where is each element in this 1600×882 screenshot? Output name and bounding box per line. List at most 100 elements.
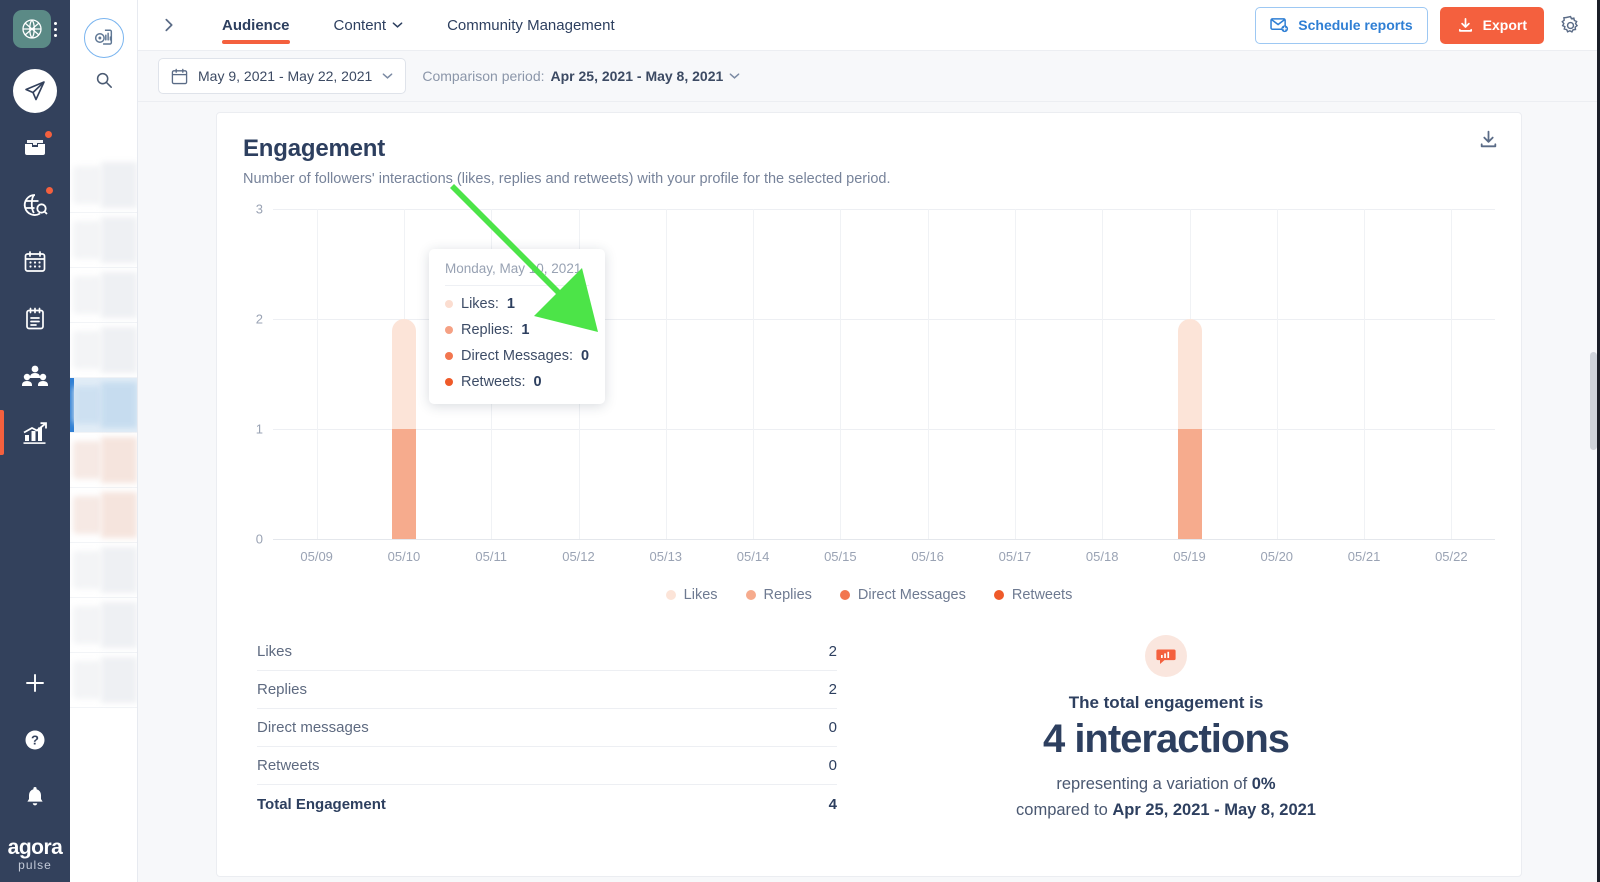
x-axis-tick: 05/12 [562, 549, 595, 564]
profiles-panel [70, 0, 138, 882]
list-item[interactable] [70, 323, 137, 378]
x-axis-tick: 05/20 [1260, 549, 1294, 564]
legend-item[interactable]: Replies [745, 587, 812, 603]
section-tabs: Audience Content Community Management [200, 0, 637, 50]
report-profile-icon[interactable] [83, 18, 124, 58]
legend-dot-icon [993, 590, 1004, 600]
plus-icon [26, 673, 44, 692]
chevron-right-icon[interactable] [138, 0, 200, 50]
svg-text:?: ? [31, 733, 39, 748]
legend-item[interactable]: Direct Messages [839, 587, 966, 603]
export-button[interactable]: Export [1439, 6, 1544, 44]
sidebar-item-add[interactable] [0, 654, 70, 711]
table-row: Replies 2 [257, 671, 837, 709]
date-range-select[interactable]: May 9, 2021 - May 22, 2021 [158, 58, 407, 94]
legend-item[interactable]: Retweets [993, 587, 1073, 603]
tooltip-retweets-label: Retweets: [461, 374, 526, 390]
tooltip-date: Monday, May 10, 2021 [445, 261, 590, 286]
legend-label: Retweets [1011, 587, 1073, 603]
chart-gridline-vertical [316, 209, 318, 539]
tooltip-replies-label: Replies: [461, 322, 514, 338]
chart-bar[interactable] [1177, 319, 1202, 539]
chart-gridline-vertical [1014, 209, 1016, 539]
sidebar-item-notes[interactable] [0, 290, 70, 347]
listening-badge [44, 185, 55, 196]
list-item[interactable] [70, 158, 137, 213]
chart-bar[interactable] [391, 319, 416, 539]
workspace-switcher[interactable] [13, 10, 57, 48]
export-label: Export [1482, 17, 1527, 33]
x-axis-tick: 05/14 [736, 549, 770, 564]
content-scroll-area[interactable]: Engagement Number of followers' interact… [138, 102, 1600, 882]
list-item-selected[interactable] [70, 378, 137, 433]
chart-bar-segment [1177, 319, 1202, 429]
tooltip-row-replies: Replies: 1 [445, 322, 589, 338]
retweets-dot-icon [445, 378, 453, 386]
sidebar-item-listening[interactable] [0, 176, 70, 233]
x-axis-tick: 05/17 [998, 549, 1032, 564]
comparison-period-select[interactable]: Comparison period: Apr 25, 2021 - May 8,… [422, 68, 740, 84]
tab-audience-label: Audience [222, 16, 290, 34]
list-item[interactable] [70, 433, 137, 488]
tooltip-dm-label: Direct Messages: [461, 348, 574, 364]
gear-icon[interactable] [1556, 11, 1584, 39]
top-bar: Audience Content Community Management Sc… [138, 0, 1600, 50]
row-label: Direct messages [257, 719, 369, 736]
tab-community-management[interactable]: Community Management [425, 0, 637, 50]
calendar-icon [24, 250, 46, 272]
legend-label: Direct Messages [857, 587, 966, 603]
tab-content[interactable]: Content [312, 0, 426, 50]
total-value: 4 [828, 795, 837, 813]
inbox-badge [43, 129, 54, 140]
list-item[interactable] [70, 543, 137, 598]
x-axis-tick: 05/10 [387, 549, 421, 564]
list-item[interactable] [70, 268, 137, 323]
x-axis-tick: 05/22 [1435, 549, 1468, 564]
engagement-summary: The total engagement is 4 interactions r… [837, 633, 1495, 823]
tooltip-replies-value: 1 [521, 322, 530, 338]
tooltip-retweets-value: 0 [533, 374, 542, 390]
chart-legend: Likes Replies Direct Messages Retweets [243, 587, 1495, 603]
schedule-reports-label: Schedule reports [1298, 17, 1413, 33]
summary-line-1: The total engagement is [1068, 693, 1264, 712]
app-logo: agora pulse [8, 837, 63, 874]
y-axis-tick: 2 [255, 311, 263, 327]
tab-content-label: Content [333, 16, 387, 34]
list-item[interactable] [70, 213, 137, 268]
legend-item[interactable]: Likes [665, 587, 718, 603]
tooltip-row-direct-messages: Direct Messages: 0 [445, 348, 589, 364]
sidebar-item-reports[interactable] [0, 404, 70, 461]
sidebar-item-audience[interactable] [0, 347, 70, 404]
schedule-reports-button[interactable]: Schedule reports [1255, 6, 1428, 44]
download-icon[interactable] [1478, 129, 1499, 155]
sidebar-item-inbox[interactable] [0, 119, 70, 176]
x-axis-tick: 05/16 [911, 549, 944, 564]
summary-variation-prefix: representing a variation of [1056, 775, 1252, 793]
sidebar-item-help[interactable]: ? [0, 711, 70, 768]
vertical-scrollbar[interactable] [1590, 352, 1597, 450]
engagement-lower: Likes 2 Replies 2 Direct messages 0 Retw… [243, 633, 1495, 823]
summary-total: 4 interactions [1042, 717, 1290, 761]
list-item[interactable] [70, 653, 137, 708]
chart-gridline-vertical [1276, 209, 1278, 539]
calendar-icon [171, 68, 188, 84]
tab-audience[interactable]: Audience [200, 0, 312, 50]
primary-nav-rail: ? agora pulse [0, 0, 70, 882]
sidebar-item-calendar[interactable] [0, 233, 70, 290]
table-row: Direct messages 0 [257, 709, 837, 747]
search-icon[interactable] [70, 58, 137, 102]
total-label: Total Engagement [257, 795, 386, 813]
workspace-avatar[interactable] [13, 10, 51, 48]
workspace-menu-icon[interactable] [54, 21, 57, 37]
help-icon: ? [25, 730, 45, 750]
summary-compared: compared to Apr 25, 2021 - May 8, 2021 [837, 798, 1495, 824]
list-item[interactable] [70, 488, 137, 543]
table-row: Likes 2 [257, 633, 837, 671]
chart-gridline-vertical [753, 209, 755, 539]
x-axis-tick: 05/11 [475, 549, 507, 564]
sidebar-item-compose[interactable] [0, 62, 70, 119]
list-item[interactable] [70, 598, 137, 653]
sidebar-item-notifications[interactable] [0, 768, 70, 825]
chart-gridline-vertical [1102, 209, 1104, 539]
chart-bar-segment [391, 319, 416, 429]
